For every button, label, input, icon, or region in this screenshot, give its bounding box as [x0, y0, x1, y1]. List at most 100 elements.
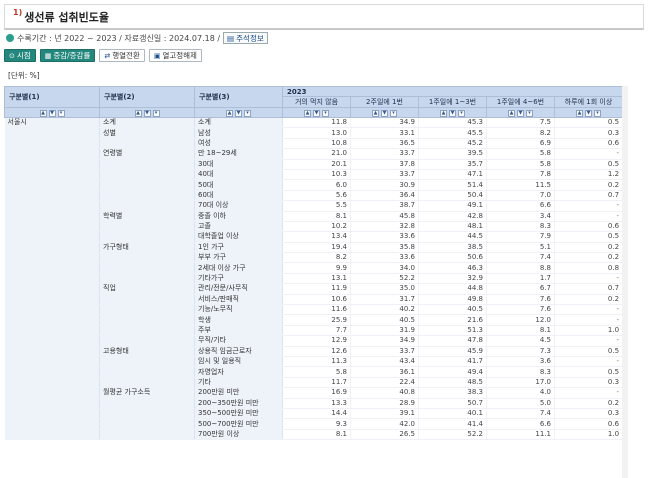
table-cell: 12.6 [282, 346, 351, 358]
row-label-3: 만 18~29세 [194, 148, 283, 160]
filter-icon[interactable]: ▾ [458, 110, 465, 117]
row-label-1 [4, 418, 100, 430]
row-label-2: 월평균 가구소득 [99, 387, 195, 399]
table-cell: - [554, 335, 624, 347]
table-cell: - [554, 356, 624, 368]
freeze-icon: ▣ [153, 51, 161, 60]
table-cell: 11.5 [486, 179, 555, 191]
sort-desc-icon[interactable]: ▼ [381, 110, 388, 117]
sort-asc-icon[interactable]: ▲ [39, 110, 47, 117]
sort-controls: ▲ ▼ ▾ [350, 107, 419, 118]
filter-icon[interactable]: ▾ [526, 110, 533, 117]
sort-desc-icon[interactable]: ▼ [585, 110, 593, 117]
table-cell: 45.9 [418, 346, 487, 358]
row-label-2 [99, 231, 195, 243]
table-cell: 0.5 [554, 231, 624, 243]
row-label-1 [4, 242, 100, 254]
sort-desc-icon[interactable]: ▼ [313, 110, 320, 117]
filter-icon[interactable]: ▾ [322, 110, 329, 117]
sort-asc-icon[interactable]: ▲ [440, 110, 447, 117]
table-cell: 12.0 [486, 314, 555, 326]
table-cell: 14.4 [282, 408, 351, 420]
table-cell: 42.8 [418, 211, 487, 222]
row-label-1 [4, 200, 100, 212]
sort-desc-icon[interactable]: ▼ [235, 110, 242, 117]
table-cell: 10.3 [282, 169, 351, 181]
row-label-3: 50대 [194, 179, 283, 191]
table-cell: 31.9 [350, 325, 419, 337]
table-cell: - [554, 387, 624, 399]
sort-asc-icon[interactable]: ▲ [372, 110, 379, 117]
filter-icon[interactable]: ▾ [594, 110, 602, 117]
table-cell: 6.6 [486, 200, 555, 212]
table-cell: 40.5 [350, 314, 419, 326]
table-cell: 11.9 [282, 283, 351, 295]
table-cell: 7.4 [486, 408, 555, 420]
meta-text: 수록기간 : 년 2022 ~ 2023 / 자료갱신일 : 2024.07.1… [17, 33, 221, 43]
row-label-1 [4, 366, 100, 378]
table-cell: 8.1 [282, 429, 351, 441]
vertical-scrollbar[interactable] [622, 86, 628, 478]
sort-controls: ▲ ▼ ▾ [553, 107, 624, 118]
table-cell: 3.6 [486, 356, 555, 368]
table-cell: 6.7 [486, 283, 555, 295]
row-label-1 [4, 179, 100, 191]
table-cell: 11.6 [282, 304, 351, 316]
header-group-3: 구분별(3) [194, 86, 283, 108]
sort-asc-icon[interactable]: ▲ [576, 110, 584, 117]
table-cell: 4.5 [486, 335, 555, 347]
sort-asc-icon[interactable]: ▲ [304, 110, 311, 117]
sort-desc-icon[interactable]: ▼ [517, 110, 524, 117]
sort-desc-icon[interactable]: ▼ [143, 110, 151, 117]
row-label-2 [99, 179, 195, 191]
row-label-1 [4, 294, 100, 306]
header-col-3: 1주일에 1~3번 [418, 96, 487, 108]
row-label-3: 40대 [194, 169, 283, 181]
sort-asc-icon[interactable]: ▲ [134, 110, 142, 117]
table-row: 30대 20.1 37.8 35.7 5.8 0.5 [4, 159, 624, 170]
row-label-3: 30대 [194, 159, 283, 170]
row-label-1 [4, 335, 100, 347]
table-cell: 48.1 [418, 221, 487, 233]
sort-controls: ▲ ▼ ▾ [4, 107, 100, 118]
table-cell: 1.2 [554, 169, 624, 181]
table-cell: 43.4 [350, 356, 419, 368]
sort-asc-icon[interactable]: ▲ [508, 110, 515, 117]
table-cell: 22.4 [350, 377, 419, 389]
unfreeze-columns-button[interactable]: ▣ 열고정해제 [148, 49, 202, 62]
filter-icon[interactable]: ▾ [57, 110, 65, 117]
sort-controls: ▲ ▼ ▾ [418, 107, 487, 118]
time-point-button[interactable]: ⊙ 시점 [4, 49, 36, 62]
table-cell: 0.7 [554, 283, 624, 295]
row-label-1 [4, 314, 100, 326]
table-cell: 32.9 [418, 273, 487, 285]
table-cell: 17.0 [486, 377, 555, 389]
sort-desc-icon[interactable]: ▼ [48, 110, 56, 117]
filter-icon[interactable]: ▾ [244, 110, 251, 117]
table-cell: 47.1 [418, 169, 487, 181]
filter-icon[interactable]: ▾ [390, 110, 397, 117]
table-cell: 11.7 [282, 377, 351, 389]
table-cell: 8.2 [282, 252, 351, 264]
table-cell: 7.9 [486, 231, 555, 243]
table-cell: 33.7 [350, 148, 419, 160]
sort-asc-icon[interactable]: ▲ [226, 110, 233, 117]
table-cell: 45.5 [418, 127, 487, 139]
table-cell: 16.9 [282, 387, 351, 399]
note-info-button[interactable]: ▤ 주석정보 [223, 32, 268, 44]
table-cell: 0.2 [554, 294, 624, 306]
row-label-3: 200~350만원 미만 [194, 398, 283, 409]
table-cell: 3.4 [486, 211, 555, 222]
change-rate-button[interactable]: ▦ 증감/증감률 [39, 49, 96, 62]
table-cell: 10.6 [282, 294, 351, 306]
table-row: 주부 7.7 31.9 51.3 8.1 1.0 [4, 325, 624, 337]
row-label-1 [4, 252, 100, 264]
row-label-2 [99, 366, 195, 378]
filter-icon[interactable]: ▾ [152, 110, 160, 117]
transpose-button[interactable]: ⇄ 행열전환 [99, 49, 145, 62]
sort-desc-icon[interactable]: ▼ [449, 110, 456, 117]
table-cell: 26.5 [350, 429, 419, 441]
row-label-3: 200만원 미만 [194, 387, 283, 399]
table-row: 60대 5.6 36.4 50.4 7.0 0.7 [4, 190, 624, 202]
table-row: 가구형태 1인 가구 19.4 35.8 38.5 5.1 0.2 [4, 242, 624, 254]
